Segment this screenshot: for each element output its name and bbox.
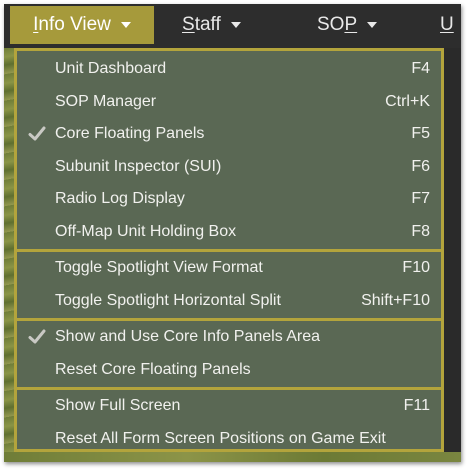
menu-item-label: Reset Core Floating Panels [55,360,251,378]
menu-item-shortcut: F6 [411,157,430,175]
menu-item-core-floating-panels[interactable]: Core Floating Panels F5 [17,118,441,150]
menu-item-off-map-unit-holding-box[interactable]: Off-Map Unit Holding Box F8 [17,216,441,248]
menu-item-shortcut: Shift+F10 [361,291,430,309]
menu-item-reset-all-form-screen-positions-on-game-exit[interactable]: Reset All Form Screen Positions on Game … [17,423,441,455]
menu-item-shortcut: F8 [411,222,430,240]
check-icon [28,126,46,141]
menu-item-label: SOP Manager [55,92,157,110]
menu-item-sop-manager[interactable]: SOP Manager Ctrl+K [17,86,441,118]
info-view-dropdown: Unit Dashboard F4 SOP Manager Ctrl+K Core Fl… [14,48,444,452]
menu-item-label: Off-Map Unit Holding Box [55,222,237,240]
menu-item-shortcut: F5 [411,125,430,142]
check-icon [28,329,46,344]
menu-partial-label: U [440,14,454,35]
menu-item-unit-dashboard[interactable]: Unit Dashboard F4 [17,53,441,85]
menu-item-shortcut: F10 [402,259,430,276]
menu-item-reset-core-floating-panels[interactable]: Reset Core Floating Panels [17,354,441,386]
menu-item-radio-log-display[interactable]: Radio Log Display F7 [17,183,441,215]
menu-item-toggle-spotlight-view-format[interactable]: Toggle Spotlight View Format F10 [17,252,441,284]
menu-item-label: Radio Log Display [55,190,185,207]
menu-item-label: Unit Dashboard [55,60,167,77]
menu-item-label: Reset All Form Screen Positions on Game … [55,429,386,447]
menu-partial[interactable]: U [440,6,460,44]
menu-item-label: Subunit Inspector (SUI) [55,157,222,175]
menu-info-view-label: Info View [33,14,111,35]
menu-item-shortcut: F4 [411,60,430,77]
menu-sop[interactable]: SOP [317,6,378,44]
caret-down-icon [120,22,131,28]
menu-info-view[interactable]: Info View [10,6,154,44]
menu-item-show-and-use-core-info-panels-area[interactable]: Show and Use Core Info Panels Area [17,321,441,353]
menu-item-shortcut: F11 [403,397,430,414]
menu-item-shortcut: Ctrl+K [385,92,430,110]
menu-staff[interactable]: Staff [182,6,241,44]
menu-item-shortcut: F7 [411,190,430,207]
menu-item-label: Show and Use Core Info Panels Area [55,328,321,345]
menu-sop-label: SOP [317,14,358,35]
menu-item-show-full-screen[interactable]: Show Full Screen F11 [17,390,441,422]
caret-down-icon [230,22,241,28]
menu-staff-label: Staff [182,14,221,35]
menu-item-label: Toggle Spotlight Horizontal Split [55,291,281,309]
caret-down-icon [367,22,378,28]
menu-item-label: Show Full Screen [55,397,181,414]
menu-item-toggle-spotlight-horizontal-split[interactable]: Toggle Spotlight Horizontal Split Shift+F… [17,285,441,317]
menu-item-subunit-inspector-sui[interactable]: Subunit Inspector (SUI) F6 [17,151,441,183]
menu-item-label: Core Floating Panels [55,125,205,142]
menu-item-label: Toggle Spotlight View Format [55,259,263,276]
